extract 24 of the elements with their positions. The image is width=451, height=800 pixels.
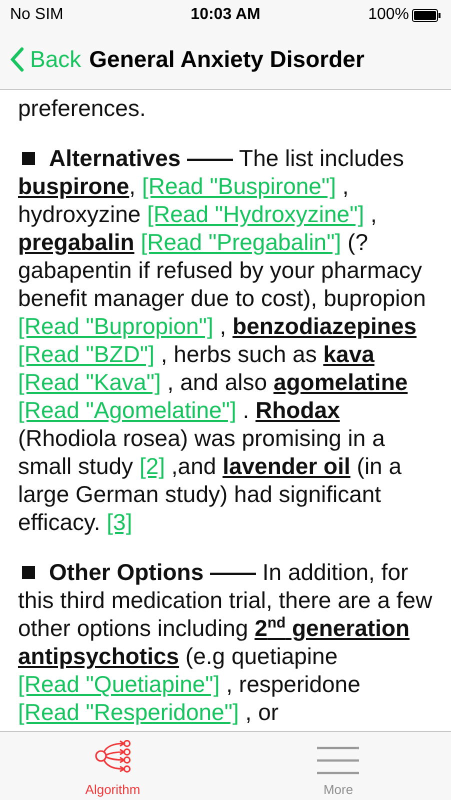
reference-link[interactable]: [Read "Hydroxyzine"] [147,201,364,227]
reference-link[interactable]: [Read "Pregabalin"] [140,229,342,255]
paragraph: Other Options —— In addition, for this third medication trial, there are a few other options including 2$^{nd}$ generation antipsychotics (e.g quetiapine [Read "Quetiapine"] , resperidone [Read "Resperidone"] , or [18,558,434,726]
carrier-label: No SIM [10,6,64,24]
reference-link[interactable]: [Read "Bupropion"] [18,313,214,339]
back-chevron-icon [10,47,24,72]
tab[interactable]: Algorithm [0,732,226,800]
screen-title: General Anxiety Disorder [89,46,364,73]
paragraph: Alternatives —— The list includes buspirone, [Read "Buspirone"] , hydroxyzine [Read "Hydroxyzine"] , pregabalin [Read "Pregabalin"] (? gabapentin if refused by your pharmacy benefit manager due to cost), bupropion [Read "Bupropion"] , benzodiazepines [Read "BZD"] , herbs such as kava [Read "Kava"] , and also agomelatine [Read "Agomelatine"] . Rhodax (Rhodiola rosea) was promising in a small study [2] ,and lavender oil (in a large German study) had significant efficacy. [3] [18,144,427,536]
battery-icon [412,8,441,22]
tab[interactable]: More [226,732,451,800]
reference-link[interactable]: [Read "Kava"] [18,369,161,395]
reference-link[interactable]: [Read "BZD"] [18,341,154,367]
battery-percent: 100% [368,6,409,24]
back-button[interactable]: Back [10,46,82,73]
reference-link[interactable]: [Read "Resperidone"] [18,699,239,725]
reference-link[interactable]: [2] [139,453,166,479]
clock: 10:03 AM [190,6,260,24]
menu-icon [316,746,360,776]
reference-link[interactable]: [3] [106,509,132,535]
paragraph: preferences. [18,94,147,122]
reference-link[interactable]: [Read "Agomelatine"] [18,397,236,423]
reference-link[interactable]: [Read "Quetiapine"] [18,671,220,697]
reference-link[interactable]: [Read "Buspirone"] [142,173,336,199]
